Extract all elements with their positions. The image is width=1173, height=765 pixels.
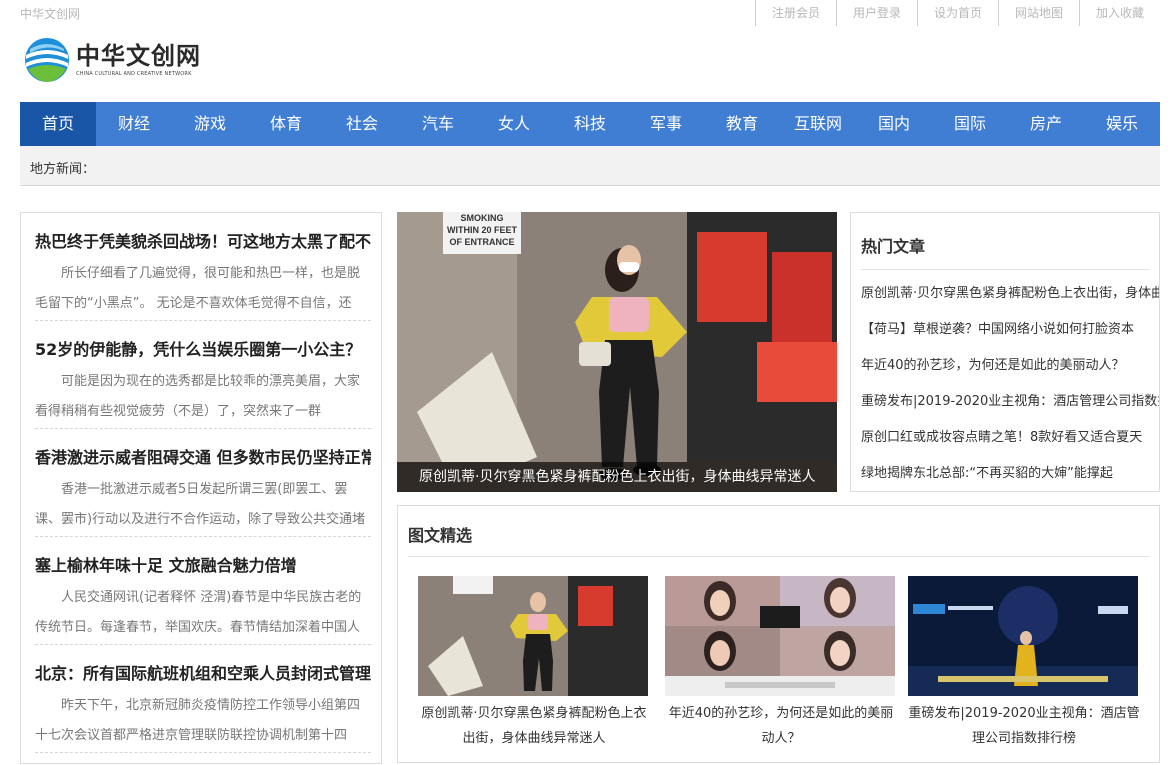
svg-text:WITHIN 20 FEET: WITHIN 20 FEET	[447, 225, 518, 235]
news-list: 热巴终于凭美貌杀回战场！可这地方太黑了配不 所长仔细看了几遍觉得，很可能和热巴一…	[20, 212, 382, 764]
logo-subtitle: CHINA CULTURAL AND CREATIVE NETWORK	[76, 71, 192, 77]
nav-finance[interactable]: 财经	[96, 102, 172, 146]
nav-tech[interactable]: 科技	[552, 102, 628, 146]
news-title[interactable]: 塞上榆林年味十足 文旅融合魅力倍增	[35, 537, 371, 577]
top-site-name: 中华文创网	[20, 7, 81, 21]
nav-auto[interactable]: 汽车	[400, 102, 476, 146]
picture-gallery: 图文精选 原创凯蒂·贝尔穿黑色紧身裤配粉色上衣出街，身体曲线异常迷人 年近40的…	[397, 505, 1160, 763]
news-summary: 昨天下午，北京新冠肺炎疫情防控工作领导小组第四十七次会议首都严格进京管理联防联控…	[35, 698, 361, 743]
news-item[interactable]: 52岁的伊能静，凭什么当娱乐圈第一小公主？ 可能是因为现在的选秀都是比较乖的漂亮…	[35, 321, 371, 429]
news-title[interactable]: 热巴终于凭美貌杀回战场！可这地方太黑了配不	[35, 213, 371, 253]
news-item[interactable]: 热巴终于凭美貌杀回战场！可这地方太黑了配不 所长仔细看了几遍觉得，很可能和热巴一…	[35, 213, 371, 321]
main-nav: 首页 财经 游戏 体育 社会 汽车 女人 科技 军事 教育 互联网 国内 国际 …	[20, 102, 1160, 146]
nav-military[interactable]: 军事	[628, 102, 704, 146]
hot-article-item[interactable]: 原创口红或成妆容点睛之笔！8款好看又适合夏天	[861, 420, 1159, 456]
local-news-bar: 地方新闻：	[20, 146, 1160, 186]
nav-real-estate[interactable]: 房产	[1008, 102, 1084, 146]
hot-article-item[interactable]: 原创凯蒂·贝尔穿黑色紧身裤配粉色上衣出街，身体曲线异常迷人	[861, 276, 1159, 312]
hot-articles: 热门文章 原创凯蒂·贝尔穿黑色紧身裤配粉色上衣出街，身体曲线异常迷人 【荷马】草…	[850, 212, 1160, 492]
hot-article-item[interactable]: 重磅发布|2019-2020业主视角：酒店管理公司指数排行榜	[861, 384, 1159, 420]
nav-home[interactable]: 首页	[20, 102, 96, 146]
nav-international[interactable]: 国际	[932, 102, 1008, 146]
svg-text:OF ENTRANCE: OF ENTRANCE	[450, 237, 515, 247]
gallery-caption[interactable]: 年近40的孙艺珍，为何还是如此的美丽动人？	[665, 701, 897, 751]
feature-slide[interactable]: SMOKING WITHIN 20 FEET OF ENTRANCE 原创凯蒂·…	[397, 212, 837, 492]
news-item[interactable]: 北京：所有国际航班机组和空乘人员封闭式管理 昨天下午，北京新冠肺炎疫情防控工作领…	[35, 645, 371, 753]
nav-education[interactable]: 教育	[704, 102, 780, 146]
hot-article-item[interactable]: 年近40的孙艺珍，为何还是如此的美丽动人？	[861, 348, 1159, 384]
add-favorite-link[interactable]: 加入收藏	[1079, 0, 1160, 26]
gallery-image[interactable]	[418, 576, 648, 696]
nav-sports[interactable]: 体育	[248, 102, 324, 146]
nav-entertainment[interactable]: 娱乐	[1084, 102, 1160, 146]
feature-photo: SMOKING WITHIN 20 FEET OF ENTRANCE	[397, 212, 837, 492]
top-links: 注册会员 用户登录 设为首页 网站地图 加入收藏	[755, 0, 1160, 26]
nav-domestic[interactable]: 国内	[856, 102, 932, 146]
news-summary: 所长仔细看了几遍觉得，很可能和热巴一样，也是脱毛留下的“小黑点”。 无论是不喜欢…	[35, 266, 361, 311]
site-logo[interactable]: 中华文创网 CHINA CULTURAL AND CREATIVE NETWOR…	[24, 36, 214, 84]
nav-games[interactable]: 游戏	[172, 102, 248, 146]
gallery-caption[interactable]: 重磅发布|2019-2020业主视角：酒店管理公司指数排行榜	[908, 701, 1140, 751]
nav-internet[interactable]: 互联网	[780, 102, 856, 146]
hot-article-item[interactable]: 【荷马】草根逆袭？中国网络小说如何打脸资本	[861, 312, 1159, 348]
hot-articles-title: 热门文章	[861, 233, 1149, 270]
register-link[interactable]: 注册会员	[755, 0, 836, 26]
gallery-title: 图文精选	[408, 522, 1149, 557]
nav-society[interactable]: 社会	[324, 102, 400, 146]
local-news-label: 地方新闻：	[30, 162, 96, 177]
logo-title: 中华文创网	[76, 42, 201, 70]
news-summary: 人民交通网讯(记者释怀 泾渭)春节是中华民族古老的传统节日。每逢春节，举国欢庆。…	[35, 590, 362, 635]
site-map-link[interactable]: 网站地图	[998, 0, 1079, 26]
gallery-caption[interactable]: 原创凯蒂·贝尔穿黑色紧身裤配粉色上衣出街，身体曲线异常迷人	[418, 701, 650, 751]
nav-women[interactable]: 女人	[476, 102, 552, 146]
gallery-item[interactable]: 原创凯蒂·贝尔穿黑色紧身裤配粉色上衣出街，身体曲线异常迷人	[418, 576, 650, 751]
news-summary: 香港一批激进示威者5日发起所谓三罢(即罢工、罢课、罢市)行动以及进行不合作运动，…	[35, 482, 366, 527]
news-title[interactable]: 北京：所有国际航班机组和空乘人员封闭式管理	[35, 645, 371, 685]
news-item[interactable]: 塞上榆林年味十足 文旅融合魅力倍增 人民交通网讯(记者释怀 泾渭)春节是中华民族…	[35, 537, 371, 645]
gallery-item[interactable]: 年近40的孙艺珍，为何还是如此的美丽动人？	[665, 576, 897, 751]
gallery-image[interactable]	[665, 576, 895, 696]
svg-text:SMOKING: SMOKING	[460, 213, 503, 223]
feature-caption[interactable]: 原创凯蒂·贝尔穿黑色紧身裤配粉色上衣出街，身体曲线异常迷人	[397, 462, 837, 492]
login-link[interactable]: 用户登录	[836, 0, 917, 26]
news-item[interactable]: 香港激进示威者阻碍交通 但多数市民仍坚持正常 香港一批激进示威者5日发起所谓三罢…	[35, 429, 371, 537]
hot-article-item[interactable]: 绿地揭牌东北总部:“不再买貂的大婶”能撑起	[861, 456, 1159, 491]
news-title[interactable]: 52岁的伊能静，凭什么当娱乐圈第一小公主？	[35, 321, 371, 361]
logo-globe-icon	[25, 38, 69, 82]
gallery-image[interactable]	[908, 576, 1138, 696]
news-title[interactable]: 香港激进示威者阻碍交通 但多数市民仍坚持正常	[35, 429, 371, 469]
gallery-item[interactable]: 重磅发布|2019-2020业主视角：酒店管理公司指数排行榜	[908, 576, 1140, 751]
news-summary: 可能是因为现在的选秀都是比较乖的漂亮美眉，大家看得稍稍有些视觉疲劳（不是）了，突…	[35, 374, 361, 419]
top-bar: 中华文创网 注册会员 用户登录 设为首页 网站地图 加入收藏	[0, 0, 1173, 26]
set-homepage-link[interactable]: 设为首页	[917, 0, 998, 26]
